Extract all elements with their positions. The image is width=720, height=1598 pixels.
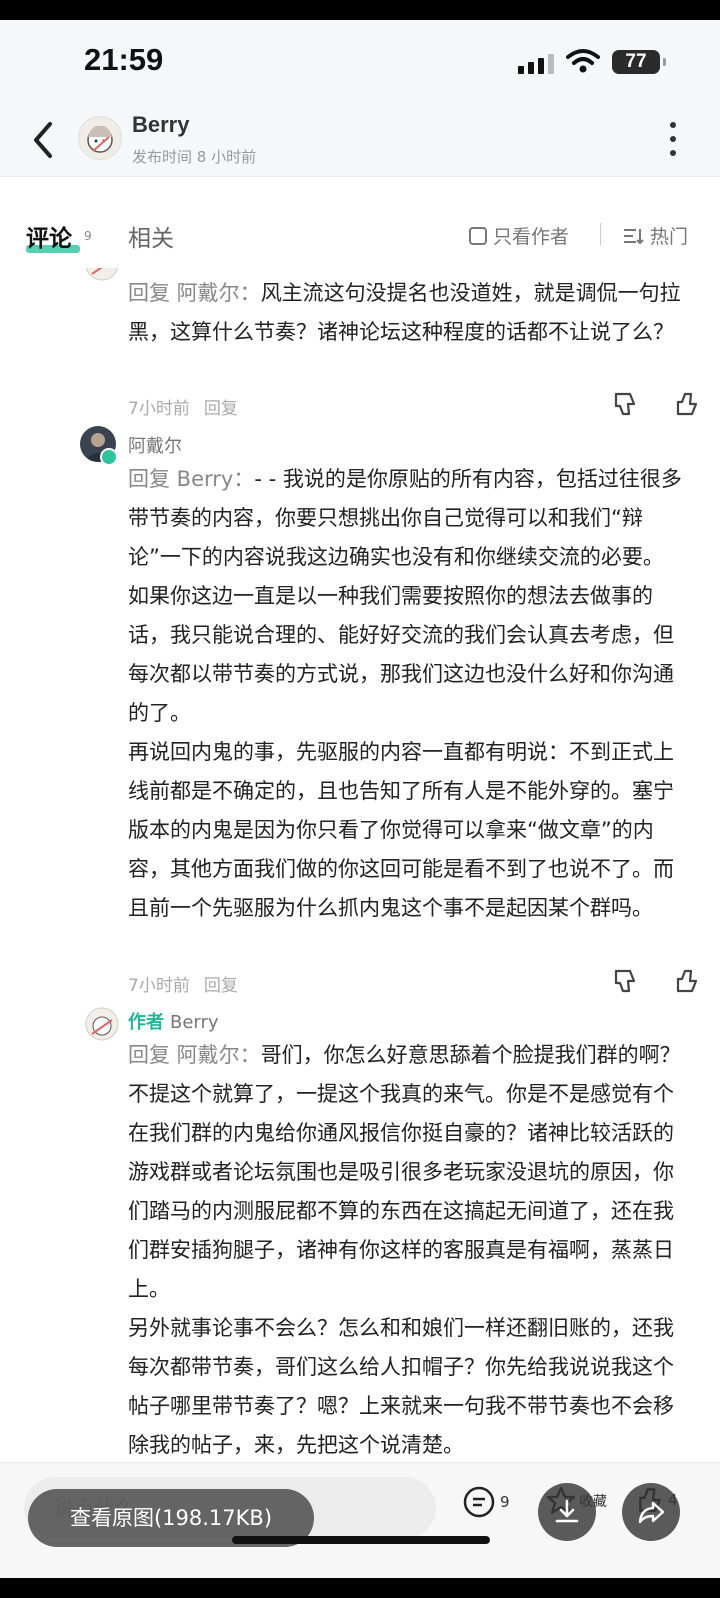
dislike-icon[interactable] (612, 967, 640, 995)
author-avatar[interactable] (78, 116, 122, 160)
reply-prefix[interactable]: 回复 阿戴尔： (128, 1043, 261, 1067)
comment-actions (612, 390, 702, 418)
signal-icon (518, 54, 554, 74)
only-author-toggle[interactable]: 只看作者 (469, 222, 569, 249)
tab-comments[interactable]: 评论 (26, 219, 72, 253)
commenter-name: 作者 Berry (128, 1008, 219, 1034)
comment-body: 回复 Berry：- - 我说的是你原贴的所有内容，包括过往很多带节奏的内容，你… (128, 460, 694, 928)
comments-list: 回复 阿戴尔：风主流这句没提名也没道姓，就是调侃一句拉黑，这算什么节奏？诸神论坛… (0, 268, 720, 1462)
publish-time: 发布时间 8 小时前 (132, 148, 257, 166)
share-icon (638, 1501, 665, 1524)
comment-text: 哥们，你怎么好意思舔着个脸提我们群的啊？不提这个就算了，一提这个我真的来气。你是… (128, 1043, 681, 1301)
comment-text: 再说回内鬼的事，先驱服的内容一直都有明说：不到正式上线前都是不确定的，且也告知了… (128, 740, 674, 920)
comment-time: 7小时前 (128, 399, 190, 419)
like-icon[interactable] (674, 967, 702, 995)
comment-icon (463, 1486, 495, 1518)
checkbox-icon[interactable] (469, 226, 487, 245)
author-tag: 作者 (128, 1012, 164, 1033)
wifi-icon (566, 49, 600, 73)
comment-paragraph: 回复 阿戴尔：风主流这句没提名也没道姓，就是调侃一句拉黑，这算什么节奏？诸神论坛… (128, 274, 694, 352)
bottom-bar: 说点什么... 9 收藏 4 查看原图(198.17KB) (0, 1462, 720, 1578)
sort-hot-label: 热门 (650, 226, 689, 248)
only-author-label: 只看作者 (493, 226, 570, 248)
home-indicator (232, 1536, 490, 1544)
comment-paragraph: 如果你这边一直是以一种我们需要按照你的想法去做事的话，我只能说合理的、能好好交流… (128, 577, 694, 733)
author-name[interactable]: Berry (132, 112, 189, 138)
comment-avatar[interactable] (84, 1006, 120, 1042)
comment-paragraph: 回复 阿戴尔：哥们，你怎么好意思舔着个脸提我们群的啊？不提这个就算了，一提这个我… (128, 1036, 694, 1309)
dislike-icon[interactable] (612, 390, 640, 418)
comment-button[interactable]: 9 (462, 1485, 510, 1519)
commenter-name[interactable]: 阿戴尔 (128, 432, 182, 458)
like-icon[interactable] (674, 390, 702, 418)
comment-meta: 7小时前 回复 (128, 971, 252, 996)
download-button[interactable] (538, 1483, 596, 1541)
sort-icon (624, 228, 644, 244)
reply-prefix[interactable]: 回复 阿戴尔： (128, 281, 261, 305)
reply-button[interactable]: 回复 (204, 976, 238, 996)
reply-prefix[interactable]: 回复 Berry： (128, 467, 254, 491)
tab-bar: 评论 9 相关 只看作者 热门 (0, 176, 720, 269)
verified-badge-icon (100, 448, 118, 466)
comment-count: 9 (500, 1493, 510, 1511)
comment-text: 如果你这边一直是以一种我们需要按照你的想法去做事的话，我只能说合理的、能好好交流… (128, 584, 674, 725)
battery-icon: 77 (612, 50, 666, 74)
comment-body: 回复 阿戴尔：风主流这句没提名也没道姓，就是调侃一句拉黑，这算什么节奏？诸神论坛… (128, 274, 694, 352)
comment-paragraph: 回复 Berry：- - 我说的是你原贴的所有内容，包括过往很多带节奏的内容，你… (128, 460, 694, 577)
phone-screen: 21:59 77 Berry 发布时间 8 小时前 评论 9 相关 只看作者 热… (0, 20, 720, 1578)
comment-paragraph: 另外就事论事不会么？怎么和和娘们一样还翻旧账的，还我每次都带节奏，哥们这么给人扣… (128, 1309, 694, 1462)
comment-time: 7小时前 (128, 976, 190, 996)
reply-button[interactable]: 回复 (204, 399, 238, 419)
comment-avatar[interactable] (84, 268, 120, 282)
share-button[interactable] (622, 1483, 680, 1541)
commenter-name-text[interactable]: Berry (170, 1012, 219, 1033)
more-options-icon[interactable] (668, 122, 678, 162)
comment-text: 另外就事论事不会么？怎么和和娘们一样还翻旧账的，还我每次都带节奏，哥们这么给人扣… (128, 1316, 674, 1457)
post-header: Berry 发布时间 8 小时前 (0, 104, 720, 176)
status-time: 21:59 (84, 42, 164, 77)
tab-related[interactable]: 相关 (128, 219, 174, 253)
comment-paragraph: 再说回内鬼的事，先驱服的内容一直都有明说：不到正式上线前都是不确定的，且也告知了… (128, 733, 694, 928)
comments-count: 9 (84, 229, 92, 243)
sort-hot-button[interactable]: 热门 (622, 222, 688, 249)
download-icon (555, 1499, 579, 1523)
comment-body: 回复 阿戴尔：哥们，你怎么好意思舔着个脸提我们群的啊？不提这个就算了，一提这个我… (128, 1036, 694, 1462)
comment-meta: 7小时前 回复 (128, 394, 252, 419)
divider (600, 223, 601, 245)
status-bar: 21:59 77 (0, 20, 720, 104)
back-icon[interactable] (24, 116, 64, 164)
comment-actions (612, 967, 702, 995)
